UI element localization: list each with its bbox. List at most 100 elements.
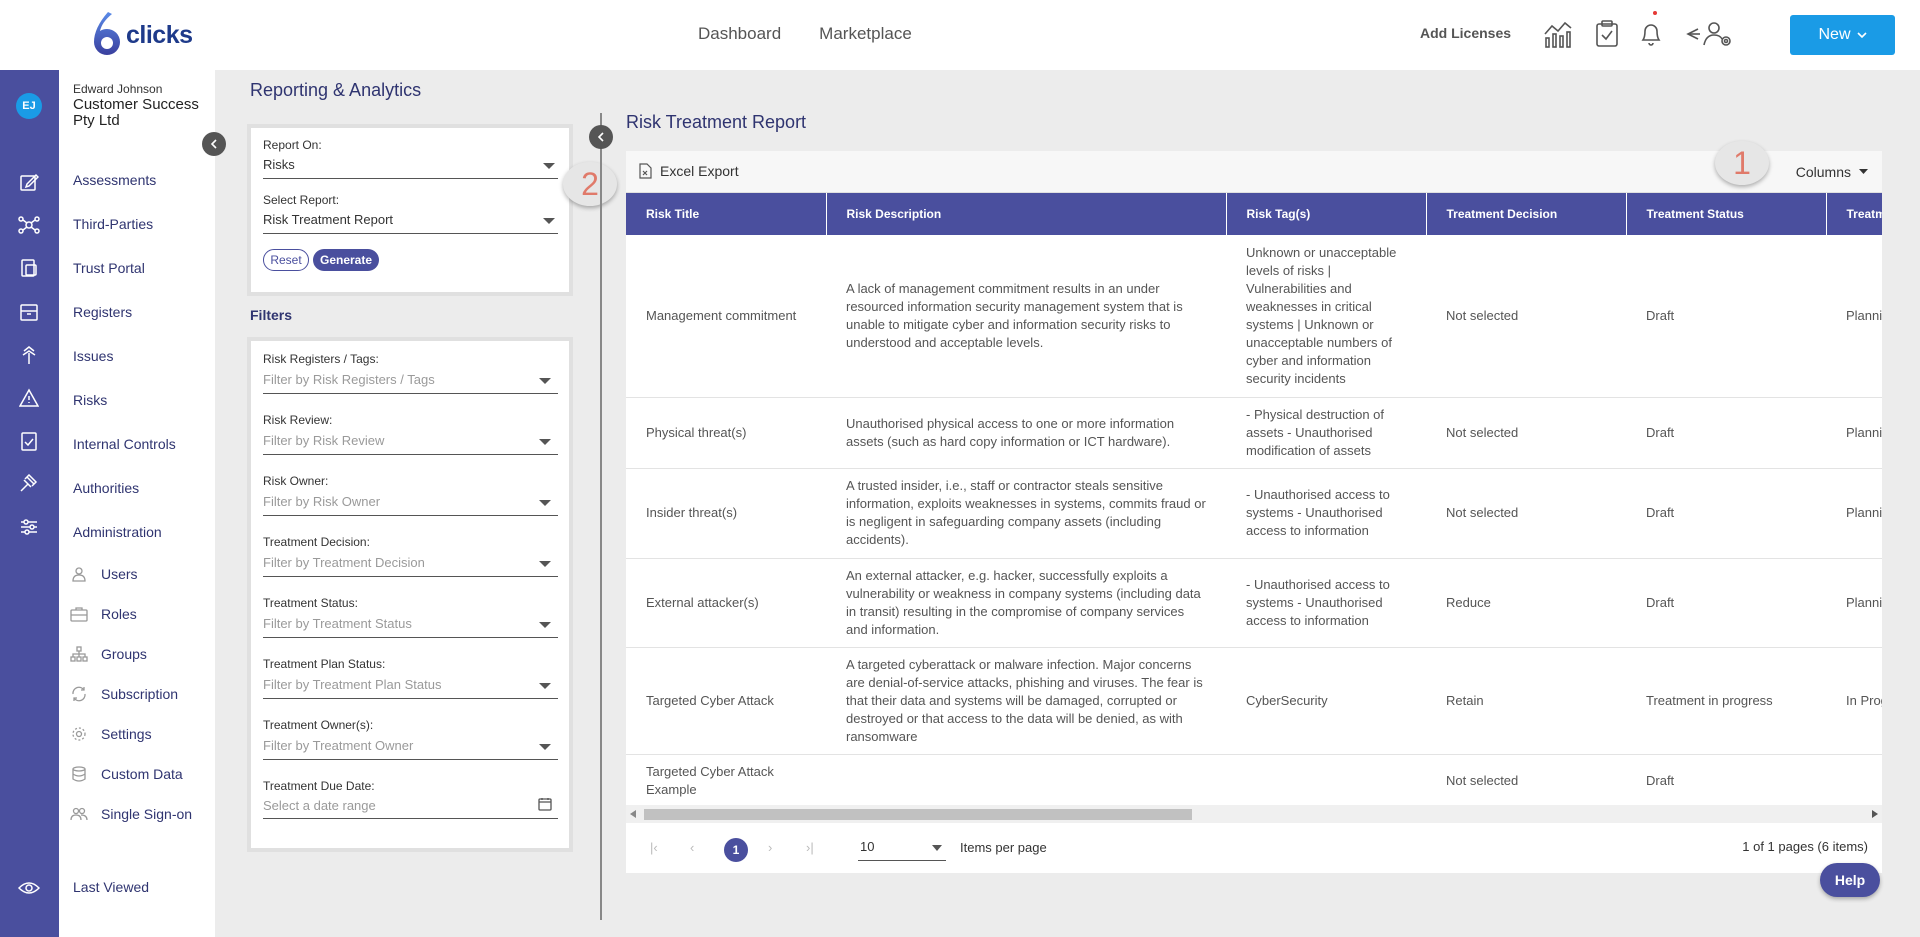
column-header-treatment[interactable]: Treatm (1826, 193, 1882, 235)
reset-button[interactable]: Reset (263, 249, 309, 271)
sidebar-item-third-parties[interactable]: Third-Parties (73, 216, 153, 232)
filter-treatment-owner[interactable]: Filter by Treatment Owner (263, 738, 413, 753)
issue-icon[interactable] (17, 343, 41, 367)
prev-page-icon[interactable]: ‹ (690, 840, 694, 855)
filter-treatment-status[interactable]: Filter by Treatment Status (263, 616, 412, 631)
sliders-icon[interactable] (17, 515, 41, 539)
panel-collapse-button[interactable] (589, 125, 613, 149)
sidebar-item-issues[interactable]: Issues (73, 348, 113, 364)
sidebar-item-registers[interactable]: Registers (73, 304, 132, 320)
sidebar-sub-label: Groups (101, 646, 147, 662)
calendar-icon[interactable] (538, 797, 552, 811)
chevron-down-icon[interactable] (539, 683, 551, 689)
scroll-left-icon[interactable] (630, 810, 636, 818)
chevron-down-icon[interactable] (539, 439, 551, 445)
sidebar-sub-custom-data[interactable]: Custom Data (69, 764, 183, 784)
user-settings-icon[interactable] (1684, 17, 1736, 51)
column-header-treatment-status[interactable]: Treatment Status (1626, 193, 1827, 235)
register-icon[interactable] (17, 300, 41, 324)
table-row[interactable]: Management commitment A lack of manageme… (626, 235, 1882, 398)
excel-export-label: Excel Export (660, 163, 739, 179)
chevron-down-icon[interactable] (543, 163, 555, 169)
portal-icon[interactable] (17, 256, 41, 280)
last-page-icon[interactable]: ›| (806, 840, 814, 855)
excel-icon (639, 163, 652, 179)
divider (263, 393, 558, 394)
sidebar-collapse-button[interactable] (202, 132, 226, 156)
bell-icon[interactable] (1634, 17, 1668, 51)
table-row[interactable]: External attacker(s) An external attacke… (626, 558, 1882, 648)
scroll-right-icon[interactable] (1872, 810, 1878, 818)
nav-marketplace[interactable]: Marketplace (819, 24, 912, 44)
sidebar-sub-single-sign-on[interactable]: Single Sign-on (69, 804, 192, 824)
control-icon[interactable] (17, 429, 41, 453)
logo[interactable]: clicks (88, 10, 193, 60)
sidebar-item-internal-controls[interactable]: Internal Controls (73, 436, 176, 452)
filter-risk-registers-tags[interactable]: Filter by Risk Registers / Tags (263, 372, 435, 387)
horizontal-scrollbar[interactable] (626, 805, 1882, 823)
sidebar-item-risks[interactable]: Risks (73, 392, 107, 408)
chevron-down-icon[interactable] (539, 744, 551, 750)
sidebar-item-administration[interactable]: Administration (73, 524, 162, 540)
table-row[interactable]: Targeted Cyber Attack A targeted cyberat… (626, 647, 1882, 755)
sidebar-sub-users[interactable]: Users (69, 564, 138, 584)
analytics-icon[interactable] (1541, 17, 1575, 51)
columns-button[interactable]: Columns (1796, 164, 1868, 180)
table-row[interactable]: Insider threat(s) A trusted insider, i.e… (626, 468, 1882, 559)
sidebar-item-assessments[interactable]: Assessments (73, 172, 156, 188)
network-icon[interactable] (17, 213, 41, 237)
column-header-risk-title[interactable]: Risk Title (626, 193, 827, 235)
panel-divider[interactable] (600, 113, 602, 920)
sidebar-sub-roles[interactable]: Roles (69, 604, 137, 624)
chevron-down-icon[interactable] (539, 500, 551, 506)
chevron-left-icon (597, 132, 604, 142)
sidebar-sub-settings[interactable]: Settings (69, 724, 152, 744)
page-info: 1 of 1 pages (6 items) (1742, 839, 1868, 854)
table-row[interactable]: Physical threat(s) Unauthorised physical… (626, 397, 1882, 469)
report-on-select[interactable]: Risks (263, 157, 295, 172)
filter-treatment-due-date[interactable]: Select a date range (263, 798, 376, 813)
column-header-risk-tags[interactable]: Risk Tag(s) (1226, 193, 1427, 235)
filter-treatment-decision[interactable]: Filter by Treatment Decision (263, 555, 425, 570)
page-1-button[interactable]: 1 (724, 838, 748, 862)
scroll-thumb[interactable] (644, 809, 1192, 820)
warning-icon[interactable] (17, 386, 41, 410)
clipboard-check-icon[interactable] (1590, 17, 1624, 51)
column-header-risk-description[interactable]: Risk Description (826, 193, 1227, 235)
filter-risk-owner[interactable]: Filter by Risk Owner (263, 494, 380, 509)
first-page-icon[interactable]: |‹ (650, 840, 658, 855)
sidebar-sub-subscription[interactable]: Subscription (69, 684, 178, 704)
eye-icon[interactable] (17, 876, 41, 900)
add-licenses-link[interactable]: Add Licenses (1420, 25, 1511, 41)
sidebar-item-trust-portal[interactable]: Trust Portal (73, 260, 145, 276)
chevron-down-icon[interactable] (539, 622, 551, 628)
chevron-down-icon[interactable] (543, 218, 555, 224)
generate-button[interactable]: Generate (313, 249, 379, 271)
divider (263, 637, 558, 638)
edit-icon[interactable] (17, 170, 41, 194)
avatar[interactable]: EJ (16, 93, 42, 119)
user-icon (69, 564, 89, 584)
items-per-page-select[interactable]: 10 (858, 839, 946, 861)
chevron-down-icon[interactable] (539, 561, 551, 567)
excel-export-button[interactable]: Excel Export (638, 163, 739, 179)
sidebar-item-last-viewed[interactable]: Last Viewed (73, 879, 149, 895)
next-page-icon[interactable]: › (768, 840, 772, 855)
filter-treatment-plan-status[interactable]: Filter by Treatment Plan Status (263, 677, 441, 692)
sidebar-item-authorities[interactable]: Authorities (73, 480, 139, 496)
filter-risk-review[interactable]: Filter by Risk Review (263, 433, 384, 448)
table-row[interactable]: Targeted Cyber Attack Example Not select… (626, 754, 1882, 805)
nav-dashboard[interactable]: Dashboard (698, 24, 781, 44)
divider (263, 576, 558, 577)
new-button[interactable]: New (1790, 15, 1895, 55)
column-header-treatment-decision[interactable]: Treatment Decision (1426, 193, 1627, 235)
company-name[interactable]: Customer Success Pty Ltd (73, 97, 215, 129)
select-report-select[interactable]: Risk Treatment Report (263, 212, 393, 227)
filters-card: Risk Registers / Tags: Filter by Risk Re… (251, 341, 569, 848)
report-toolbar: Excel Export Columns (626, 151, 1882, 193)
chevron-down-icon[interactable] (539, 378, 551, 384)
gavel-icon[interactable] (17, 472, 41, 496)
report-table-container[interactable]: Risk Title Risk Description Risk Tag(s) … (626, 193, 1882, 805)
sidebar-sub-groups[interactable]: Groups (69, 644, 147, 664)
help-button[interactable]: Help (1820, 863, 1880, 897)
